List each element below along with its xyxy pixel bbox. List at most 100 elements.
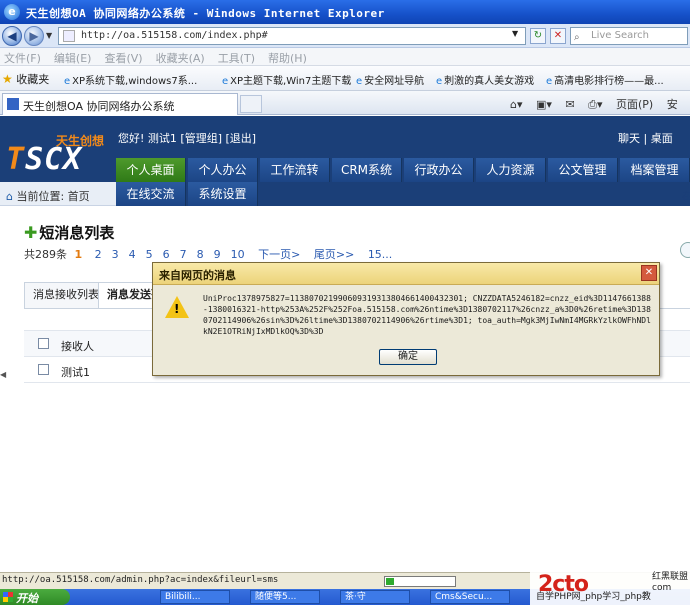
page-link[interactable]: 5: [146, 248, 153, 261]
menu-tools[interactable]: 工具(T): [214, 48, 264, 66]
nav-system-settings[interactable]: 系统设置: [188, 182, 258, 206]
nav-personal-office[interactable]: 个人办公: [188, 158, 258, 182]
ie-icon: e: [4, 4, 20, 20]
menu-edit[interactable]: 编辑(E): [50, 48, 101, 66]
side-toggle-button[interactable]: [680, 242, 690, 258]
row-recipient: 测试1: [61, 366, 90, 379]
nav-workflow[interactable]: 工作流转: [260, 158, 330, 182]
window-titlebar: e 天生创想OA 协同网络办公系统 - Windows Internet Exp…: [0, 0, 690, 24]
header-links[interactable]: 聊天 | 桌面: [618, 130, 673, 146]
favorite-link[interactable]: e 刺激的真人美女游戏: [436, 72, 534, 87]
dialog-message: UniProc1378975827=1138070219906093193138…: [203, 294, 651, 336]
warning-icon: !: [165, 296, 189, 318]
favorite-link[interactable]: e XP系统下载,windows7系...: [64, 72, 197, 87]
menu-file[interactable]: 文件(F): [0, 48, 50, 66]
row-checkbox[interactable]: [38, 364, 49, 375]
page-link[interactable]: 4: [129, 248, 136, 261]
progress-bar: [384, 576, 456, 587]
favorite-link[interactable]: e XP主题下载,Win7主题下载: [222, 72, 351, 87]
total-count: 共289条: [24, 248, 67, 261]
user-greeting[interactable]: 您好! 测试1 [管理组] [退出]: [118, 130, 256, 146]
search-icon: ⌕: [574, 32, 580, 43]
nav-personal-desktop[interactable]: 个人桌面: [116, 158, 186, 182]
windows-logo-icon: [3, 592, 13, 602]
last-page-link[interactable]: 尾页>>: [314, 248, 354, 261]
history-dropdown-icon[interactable]: ▼: [46, 31, 52, 40]
feeds-icon[interactable]: ▣▾: [536, 98, 552, 111]
tab-bar: 天生创想OA 协同网络办公系统 ⌂▾ ▣▾ ✉ ⎙▾ 页面(P) 安: [0, 91, 690, 115]
stop-icon[interactable]: ✕: [550, 28, 566, 44]
ok-button[interactable]: 确定: [379, 349, 437, 365]
page-title: ✚ 短消息列表: [24, 223, 115, 242]
command-bar: ⌂▾ ▣▾ ✉ ⎙▾ 页面(P) 安: [510, 96, 688, 112]
browser-tab[interactable]: 天生创想OA 协同网络办公系统: [2, 93, 238, 115]
page-link[interactable]: 2: [95, 248, 102, 261]
favorites-button[interactable]: ★ 收藏夹: [2, 71, 49, 87]
page-link[interactable]: 7: [180, 248, 187, 261]
back-button[interactable]: ◀: [2, 26, 22, 46]
search-placeholder: Live Search: [591, 30, 649, 41]
menu-favorites[interactable]: 收藏夹(A): [152, 48, 214, 66]
pagination: 共289条 1 2 3 4 5 6 7 8 9 10 下一页> 尾页>> 15...: [24, 246, 397, 262]
page-icon: [63, 30, 75, 42]
nav-admin-office[interactable]: 行政办公: [404, 158, 474, 182]
print-icon[interactable]: ⎙▾: [588, 98, 602, 111]
nav-archives[interactable]: 档案管理: [620, 158, 690, 182]
menu-view[interactable]: 查看(V): [100, 48, 151, 66]
ie-page-icon: e: [64, 76, 71, 87]
favorites-bar: ★ 收藏夹 e XP系统下载,windows7系... e XP主题下载,Win7主…: [0, 66, 690, 91]
page-link[interactable]: 8: [197, 248, 204, 261]
ie-page-icon: e: [222, 76, 229, 87]
star-icon: ★: [2, 72, 13, 86]
home-icon[interactable]: ⌂▾: [510, 98, 523, 111]
tab-received[interactable]: 消息接收列表: [24, 282, 108, 308]
url-dropdown-icon[interactable]: ▼: [512, 29, 518, 38]
collapse-left-icon[interactable]: ◀: [0, 370, 6, 379]
safety-menu[interactable]: 安: [667, 98, 678, 111]
url-input[interactable]: http://oa.515158.com/index.php#: [58, 27, 526, 45]
ie-page-icon: e: [436, 76, 443, 87]
nav-crm[interactable]: CRM系统: [332, 158, 402, 182]
app-header: 天生创想 TSCX 您好! 测试1 [管理组] [退出] 聊天 | 桌面 个人桌…: [0, 116, 690, 182]
nav-online-chat[interactable]: 在线交流: [116, 182, 186, 206]
window-title: 天生创想OA 协同网络办公系统 - Windows Internet Explo…: [26, 7, 385, 20]
forward-button[interactable]: ▶: [24, 26, 44, 46]
address-bar: ◀ ▶ ▼ http://oa.515158.com/index.php# ▼ …: [0, 24, 690, 48]
breadcrumb-text: 当前位置: 首页: [16, 190, 90, 203]
status-text: http://oa.515158.com/admin.php?ac=index&…: [2, 575, 279, 585]
alert-dialog: 来自网页的消息 ✕ ! UniProc1378975827=1138070219…: [152, 262, 660, 376]
url-text: http://oa.515158.com/index.php#: [81, 30, 268, 41]
new-tab-button[interactable]: [240, 95, 262, 113]
mail-icon[interactable]: ✉: [565, 98, 574, 111]
page-link[interactable]: 9: [214, 248, 221, 261]
menu-help[interactable]: 帮助(H): [264, 48, 316, 66]
nav-hr[interactable]: 人力资源: [476, 158, 546, 182]
page-link[interactable]: 6: [163, 248, 170, 261]
taskbar-item[interactable]: 随便等5...: [250, 590, 320, 604]
taskbar-item[interactable]: 茶·守: [340, 590, 410, 604]
nav-documents[interactable]: 公文管理: [548, 158, 618, 182]
home-icon: ⌂: [6, 190, 13, 203]
favorite-link[interactable]: e 安全网址导航: [356, 72, 424, 87]
close-icon[interactable]: ✕: [641, 265, 657, 281]
more-pages-link[interactable]: 15...: [368, 248, 393, 261]
breadcrumb-right: 在: [682, 192, 690, 203]
page-menu[interactable]: 页面(P): [616, 98, 653, 111]
refresh-icon[interactable]: ↻: [530, 28, 546, 44]
site-icon: [7, 98, 19, 110]
dialog-title: 来自网页的消息: [153, 263, 659, 285]
taskbar-item[interactable]: Cms&Secu...: [430, 590, 510, 604]
start-button[interactable]: 开始: [0, 589, 70, 605]
search-input[interactable]: ⌕ Live Search: [570, 27, 688, 45]
ie-page-icon: e: [546, 76, 553, 87]
page-link[interactable]: 3: [112, 248, 119, 261]
progress-fill: [386, 578, 394, 585]
taskbar-item[interactable]: Bilibili...: [160, 590, 230, 604]
ie-page-icon: e: [356, 76, 363, 87]
breadcrumb: ⌂ 当前位置: 首页: [0, 182, 116, 206]
select-all-checkbox[interactable]: [38, 338, 49, 349]
favorite-link[interactable]: e 高清电影排行榜——最...: [546, 72, 664, 87]
page-link[interactable]: 10: [231, 248, 245, 261]
next-page-link[interactable]: 下一页>: [258, 248, 300, 261]
favorites-label: 收藏夹: [16, 73, 50, 86]
